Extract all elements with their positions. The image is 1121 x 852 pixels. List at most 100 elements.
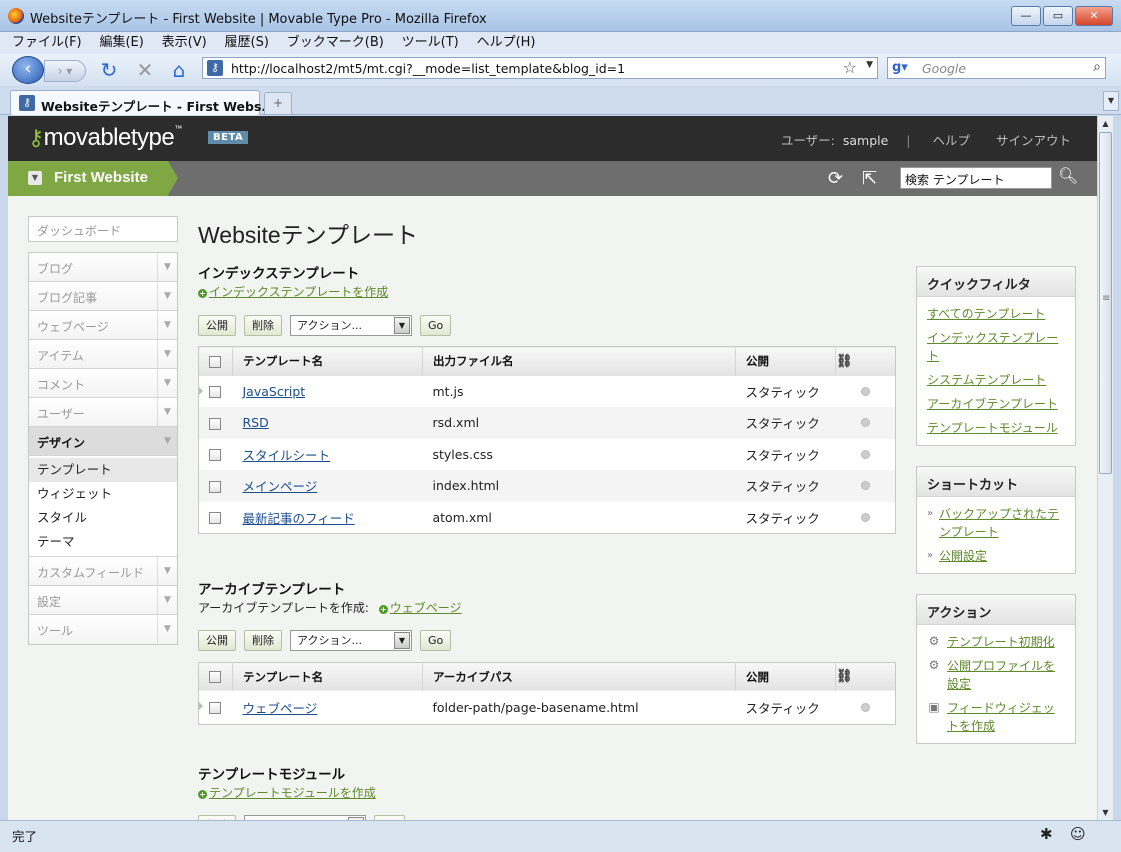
menu-edit[interactable]: 編集(E) [87, 32, 145, 54]
template-search-input[interactable]: 検索 テンプレート [900, 167, 1052, 189]
template-link[interactable]: メインページ [243, 479, 318, 494]
select-all-checkbox[interactable] [209, 671, 221, 684]
maximize-button[interactable]: ▭ [1043, 6, 1073, 26]
menu-item-custom-fields[interactable]: カスタムフィールド ▼ [29, 557, 177, 586]
blog-selector[interactable]: ▼ First Website [8, 161, 178, 196]
publish-button[interactable]: 公開 [198, 630, 236, 651]
publish-profile-link[interactable]: 公開プロファイルを設定 [947, 659, 1055, 691]
column-output-file[interactable]: 出力ファイル名 [422, 346, 736, 376]
menu-item-settings[interactable]: 設定 ▼ [29, 586, 177, 615]
stop-icon[interactable]: ✕ [134, 60, 156, 80]
menu-item-users[interactable]: ユーザー ▼ [29, 398, 177, 427]
chevron-down-icon[interactable]: ▼ [28, 171, 42, 185]
reset-templates-link[interactable]: テンプレート初期化 [947, 635, 1055, 649]
template-link[interactable]: ウェブページ [243, 701, 318, 716]
column-publish[interactable]: 公開 [735, 662, 836, 691]
chevron-down-icon[interactable]: ▼ [157, 586, 177, 614]
reload-icon[interactable]: ↻ [98, 60, 120, 80]
addon-face-icon[interactable]: ☺ [1070, 825, 1086, 843]
submenu-item-styles[interactable]: スタイル [29, 506, 177, 530]
close-window-button[interactable]: ✕ [1075, 6, 1113, 26]
filter-archive-templates[interactable]: アーカイブテンプレート [927, 397, 1058, 411]
menu-item-tools[interactable]: ツール ▼ [29, 615, 177, 644]
row-checkbox[interactable] [209, 449, 221, 462]
template-link[interactable]: 最新記事のフィード [243, 511, 355, 526]
chevron-down-icon[interactable]: ▼ [157, 311, 177, 339]
row-checkbox[interactable] [209, 702, 221, 715]
column-template-name[interactable]: テンプレート名 [232, 662, 423, 691]
search-icon[interactable]: 🔍︎ [1058, 166, 1078, 185]
column-publish[interactable]: 公開 [735, 346, 836, 376]
row-checkbox[interactable] [209, 512, 221, 524]
column-archive-path[interactable]: アーカイブパス [422, 662, 736, 691]
template-link[interactable]: JavaScript [243, 384, 306, 399]
delete-button[interactable]: 削除 [244, 314, 282, 336]
template-link[interactable]: RSD [243, 415, 269, 430]
create-index-template-link[interactable]: インデックステンプレートを作成 [209, 285, 388, 299]
bug-icon[interactable]: ✱ [1040, 825, 1053, 843]
minimize-button[interactable]: — [1011, 6, 1041, 26]
blog-name[interactable]: First Website [54, 169, 148, 186]
filter-all-templates[interactable]: すべてのテンプレート [927, 307, 1045, 321]
home-icon[interactable]: ⌂ [168, 60, 190, 80]
publish-settings-link[interactable]: 公開設定 [939, 549, 987, 563]
filter-index-templates[interactable]: インデックステンプレート [927, 331, 1058, 363]
chevron-down-icon[interactable]: ▼ [394, 632, 410, 649]
go-button[interactable]: Go [420, 630, 452, 651]
delete-button[interactable]: 削除 [244, 630, 282, 651]
select-all-checkbox[interactable] [209, 355, 221, 368]
column-template-name[interactable]: テンプレート名 [232, 346, 423, 376]
chevron-down-icon[interactable]: ▼ [157, 282, 177, 310]
vertical-scrollbar[interactable]: ▲ ▼ [1097, 116, 1113, 820]
movabletype-logo[interactable]: ⚷movabletype™ [28, 124, 182, 152]
menu-item-pages[interactable]: ウェブページ ▼ [29, 311, 177, 340]
menu-item-comments[interactable]: コメント ▼ [29, 369, 177, 398]
user-name-link[interactable]: sample [843, 133, 888, 148]
submenu-item-themes[interactable]: テーマ [29, 530, 177, 554]
view-site-icon[interactable]: ⇱ [862, 168, 877, 189]
chevron-down-icon[interactable]: ▼ [157, 427, 177, 455]
menu-help[interactable]: ヘルプ(H) [465, 32, 538, 54]
go-button[interactable]: Go [420, 314, 452, 336]
submenu-item-widgets[interactable]: ウィジェット [29, 482, 177, 506]
menu-item-entries[interactable]: ブログ記事 ▼ [29, 282, 177, 311]
bookmark-star-icon[interactable]: ☆ [843, 58, 857, 77]
help-link[interactable]: ヘルプ [932, 133, 970, 148]
forward-button[interactable]: › ▾ [44, 60, 86, 82]
filter-system-templates[interactable]: システムテンプレート [927, 373, 1046, 387]
create-feed-widget-link[interactable]: フィードウィジェットを作成 [947, 701, 1055, 733]
menu-item-blog[interactable]: ブログ ▼ [29, 253, 177, 282]
action-select[interactable]: アクション...▼ [290, 630, 412, 651]
menu-tools[interactable]: ツール(T) [390, 32, 461, 54]
row-checkbox[interactable] [209, 480, 221, 493]
row-checkbox[interactable] [209, 417, 221, 430]
tab-websites-templates[interactable]: ⚷ Websiteテンプレート - First Webs... [10, 90, 276, 115]
menu-item-design[interactable]: デザイン ▼ [29, 427, 177, 456]
create-archive-webpage-link[interactable]: ウェブページ [390, 601, 462, 615]
action-select[interactable]: アクション...▼ [290, 314, 412, 336]
chevron-down-icon[interactable]: ▼ [157, 398, 177, 426]
chevron-down-icon[interactable]: ▼ [157, 557, 177, 585]
url-bar[interactable]: ⚷ http://localhost2/mt5/mt.cgi?__mode=li… [202, 57, 878, 79]
scroll-thumb[interactable] [1099, 132, 1112, 474]
scroll-up-icon[interactable]: ▲ [1098, 116, 1113, 131]
new-tab-button[interactable]: + [264, 92, 292, 114]
create-template-module-link[interactable]: テンプレートモジュールを作成 [209, 786, 376, 800]
backup-templates-link[interactable]: バックアップされたテンプレート [939, 507, 1059, 539]
submenu-item-templates[interactable]: テンプレート [29, 458, 177, 482]
web-search-box[interactable]: g▾ Google ⌕ [887, 57, 1106, 79]
publish-button[interactable]: 公開 [198, 314, 236, 336]
signout-link[interactable]: サインアウト [996, 133, 1071, 148]
menu-item-assets[interactable]: アイテム ▼ [29, 340, 177, 369]
google-icon[interactable]: g▾ [892, 60, 908, 75]
filter-template-modules[interactable]: テンプレートモジュール [927, 421, 1058, 435]
rebuild-icon[interactable]: ⟳ [828, 168, 843, 189]
chevron-down-icon[interactable]: ▼ [394, 316, 410, 334]
menu-history[interactable]: 履歴(S) [213, 32, 271, 54]
url-dropdown-icon[interactable]: ▼ [866, 60, 873, 70]
menu-bookmarks[interactable]: ブックマーク(B) [275, 32, 386, 54]
chevron-down-icon[interactable]: ▼ [157, 253, 177, 281]
url-text[interactable]: http://localhost2/mt5/mt.cgi?__mode=list… [231, 61, 625, 76]
dashboard-link[interactable]: ダッシュボード [28, 216, 178, 242]
menu-file[interactable]: ファイル(F) [0, 32, 84, 54]
